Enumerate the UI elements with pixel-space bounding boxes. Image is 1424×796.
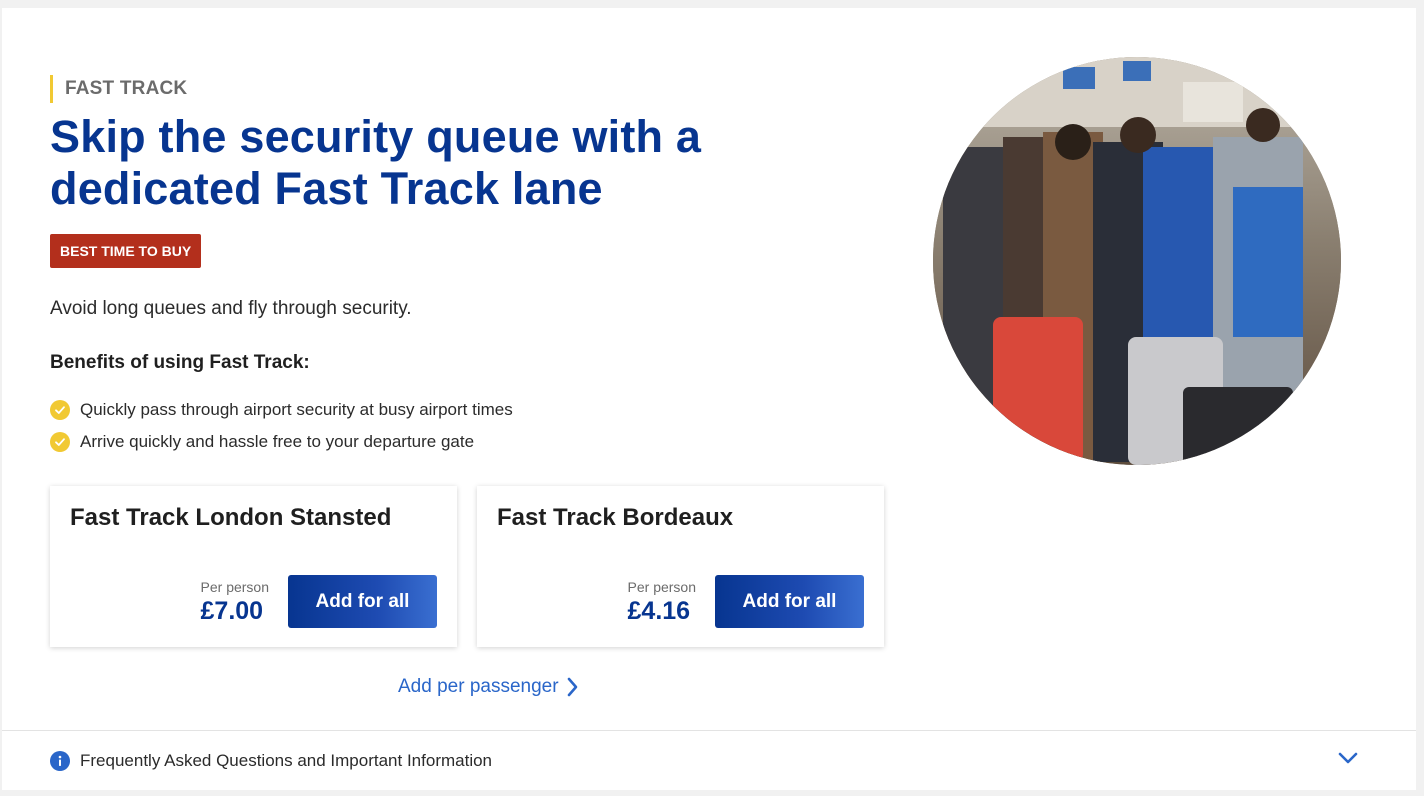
benefit-item: Arrive quickly and hassle free to your d… [50, 426, 513, 458]
card-title: Fast Track London Stansted [70, 504, 392, 531]
per-person-label: Per person [200, 579, 269, 595]
page-title: Skip the security queue with a dedicated… [50, 111, 702, 214]
add-for-all-button[interactable]: Add for all [288, 575, 437, 628]
add-for-all-button[interactable]: Add for all [715, 575, 864, 628]
add-per-passenger-label: Add per passenger [398, 676, 559, 697]
check-circle-icon [50, 400, 70, 420]
fast-track-card-stansted: Fast Track London Stansted Per person £7… [50, 486, 457, 647]
price-value: £4.16 [627, 597, 691, 625]
fast-track-card-bordeaux: Fast Track Bordeaux Per person £4.16 Add… [477, 486, 884, 647]
price-block: Per person £7.00 [201, 579, 269, 627]
section-eyebrow: FAST TRACK [50, 75, 187, 103]
benefits-list: Quickly pass through airport security at… [50, 394, 513, 458]
best-time-badge: BEST TIME TO BUY [50, 234, 202, 268]
benefit-item: Quickly pass through airport security at… [50, 394, 513, 426]
benefit-text: Quickly pass through airport security at… [80, 400, 513, 419]
intro-text: Avoid long queues and fly through securi… [50, 298, 412, 319]
info-icon [50, 750, 70, 771]
card-title: Fast Track Bordeaux [497, 504, 734, 531]
benefit-text: Arrive quickly and hassle free to your d… [80, 432, 475, 451]
airport-queue-photo [933, 57, 1341, 465]
chevron-right-icon [567, 677, 577, 697]
benefits-heading: Benefits of using Fast Track: [50, 352, 310, 373]
faq-label: Frequently Asked Questions and Important… [80, 750, 493, 770]
chevron-down-icon[interactable] [1338, 751, 1358, 765]
fast-track-panel: FAST TRACK Skip the security queue with … [2, 8, 1416, 790]
faq-accordion[interactable]: Frequently Asked Questions and Important… [2, 730, 1416, 790]
check-circle-icon [50, 432, 70, 452]
add-per-passenger-link[interactable]: Add per passenger [398, 676, 579, 698]
price-value: £7.00 [200, 597, 264, 625]
price-block: Per person £4.16 [628, 579, 696, 627]
per-person-label: Per person [627, 579, 696, 595]
